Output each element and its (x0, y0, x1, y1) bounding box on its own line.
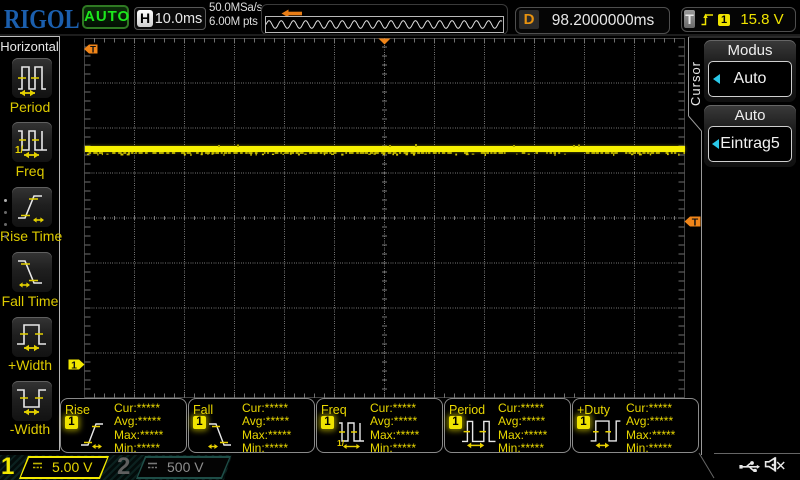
svg-text:T: T (90, 45, 96, 54)
svg-text:1: 1 (71, 359, 77, 370)
